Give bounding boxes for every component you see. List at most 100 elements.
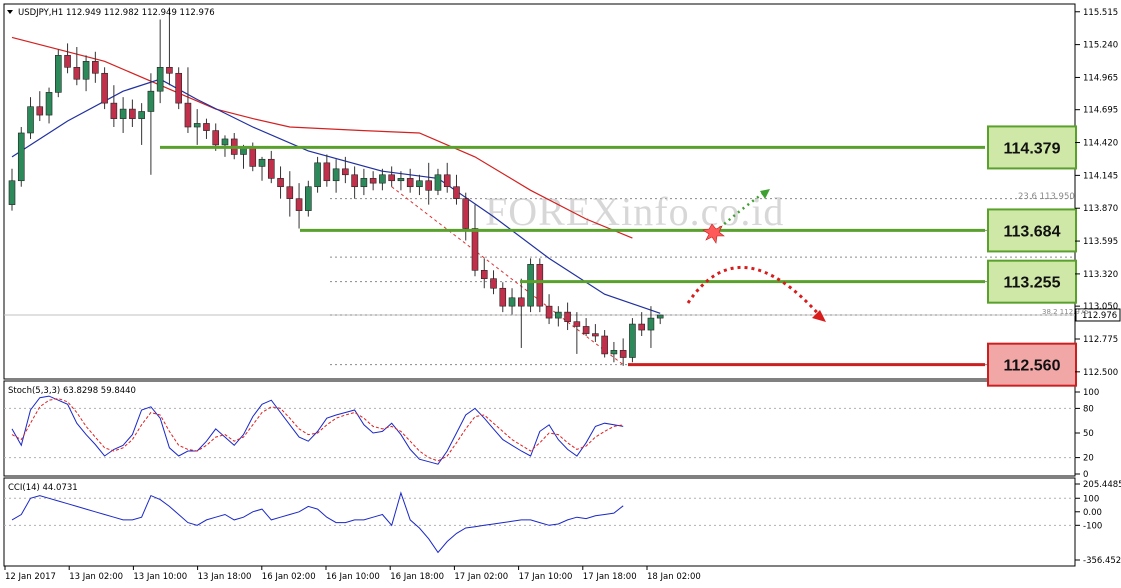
candle-body xyxy=(425,180,433,191)
candle-body xyxy=(369,178,377,184)
candle-body xyxy=(203,123,210,131)
candle-body xyxy=(54,55,62,93)
candle-body xyxy=(388,174,395,182)
symbol-header: USDJPY,H1 112.949 112.982 112.949 112.97… xyxy=(18,8,215,18)
candle-body xyxy=(221,138,229,146)
candle-body xyxy=(453,186,460,199)
time-label: 16 Jan 10:00 xyxy=(326,572,380,582)
candle-body xyxy=(406,178,414,188)
level-label: 112.560 xyxy=(1004,358,1061,375)
time-axis: 12 Jan 2017 13 Jan 02:00 13 Jan 10:00 13 Ja… xyxy=(4,566,701,582)
candle-body xyxy=(397,178,405,182)
candle-body xyxy=(601,335,608,355)
candle-body xyxy=(647,317,655,331)
candle-body xyxy=(351,174,358,188)
candle-body xyxy=(517,297,525,307)
price-tick-label: 114.965 xyxy=(1083,73,1118,83)
candle-body xyxy=(416,180,423,188)
price-axis: 115.515 115.240 114.965 114.695 114.420 114.1… xyxy=(1075,8,1121,378)
candle-body xyxy=(536,264,544,307)
price-tick-label: 113.595 xyxy=(1083,237,1118,247)
cci-tick-label: -100 xyxy=(1083,521,1102,531)
candle-body xyxy=(480,270,488,279)
candle-body xyxy=(166,66,173,74)
cci-tick-label: 205.4485 xyxy=(1083,480,1121,490)
candle-body xyxy=(323,162,331,182)
candle-body xyxy=(314,162,321,188)
candle-body xyxy=(527,264,534,307)
fib-label-236: 23.6 113.950 xyxy=(1018,192,1075,202)
cci-tick-label: -356.4523 xyxy=(1083,556,1121,566)
candle-body xyxy=(17,132,25,182)
candle-body xyxy=(110,102,118,119)
price-tick-label: 113.870 xyxy=(1083,204,1118,214)
candle-body xyxy=(277,178,284,188)
price-tick-label: 114.420 xyxy=(1083,139,1118,149)
price-tick-label: 115.515 xyxy=(1083,8,1118,18)
cci-tick-label: 0.00 xyxy=(1083,508,1102,518)
candle-body xyxy=(582,326,590,334)
candle-body xyxy=(656,314,664,319)
time-label: 13 Jan 18:00 xyxy=(198,572,252,582)
candle-body xyxy=(490,278,497,289)
candle-body xyxy=(499,287,507,307)
time-label: 17 Jan 18:00 xyxy=(583,572,637,582)
candle-body xyxy=(267,158,275,179)
candle-body xyxy=(119,108,127,119)
candle-body xyxy=(555,311,562,319)
candle-body xyxy=(258,158,266,167)
time-label: 16 Jan 18:00 xyxy=(390,572,444,582)
candle-body xyxy=(360,178,368,188)
price-tick-label: 114.145 xyxy=(1083,171,1118,181)
time-label: 16 Jan 02:00 xyxy=(262,572,316,582)
level-label: 113.684 xyxy=(1004,223,1061,240)
stoch-tick-label: 50 xyxy=(1083,429,1094,439)
stoch-tick-label: 100 xyxy=(1083,388,1099,398)
candle-body xyxy=(286,186,294,199)
candle-body xyxy=(212,130,220,146)
forex-chart: FOREXinfo.co.id 114.379113.684113.255112… xyxy=(3,3,1121,582)
time-label: 18 Jan 02:00 xyxy=(647,572,701,582)
candle-body xyxy=(101,72,108,104)
candle-body xyxy=(82,61,90,80)
candle-body xyxy=(193,123,201,128)
time-label: 13 Jan 10:00 xyxy=(133,572,187,582)
candle-body xyxy=(92,61,99,74)
candle-body xyxy=(573,321,581,327)
candle-body xyxy=(564,311,571,322)
candle-body xyxy=(332,168,340,182)
stoch-tick-label: 80 xyxy=(1083,404,1094,414)
candle-body xyxy=(619,350,627,358)
candle-body xyxy=(45,92,53,116)
cci-label: CCI(14) 44.0731 xyxy=(8,483,78,493)
candle-body xyxy=(64,55,71,68)
candle-body xyxy=(443,174,451,188)
candle-body xyxy=(295,198,303,211)
candle-body xyxy=(610,350,618,355)
time-label: 13 Jan 02:00 xyxy=(69,572,123,582)
candle-body xyxy=(175,72,182,104)
candle-body xyxy=(147,90,155,112)
stoch-tick-label: 0 xyxy=(1083,470,1088,480)
candle-body xyxy=(462,198,470,229)
stoch-label: Stoch(5,3,3) 63.8298 59.8440 xyxy=(8,386,136,396)
price-tick-label: 114.695 xyxy=(1083,106,1118,116)
stoch-tick-label: 20 xyxy=(1083,454,1094,464)
price-tick-label: 113.320 xyxy=(1083,270,1118,280)
level-label: 113.255 xyxy=(1004,275,1061,292)
price-tick-label: 112.775 xyxy=(1083,335,1118,345)
candle-body xyxy=(8,180,16,205)
cci-tick-label: 100 xyxy=(1083,494,1099,504)
time-label: 12 Jan 2017 xyxy=(5,572,56,582)
candle-body xyxy=(156,66,164,92)
candle-body xyxy=(184,102,192,128)
time-label: 17 Jan 02:00 xyxy=(454,572,508,582)
candle-body xyxy=(36,106,44,116)
candle-body xyxy=(305,186,312,211)
candle-body xyxy=(27,106,34,134)
price-tick-label: 112.500 xyxy=(1083,368,1118,378)
level-label: 114.379 xyxy=(1004,140,1061,157)
price-tick-label: 115.240 xyxy=(1083,41,1118,51)
candle-body xyxy=(638,323,645,331)
fib-label-382: 38.2 112.975 xyxy=(1042,308,1089,316)
